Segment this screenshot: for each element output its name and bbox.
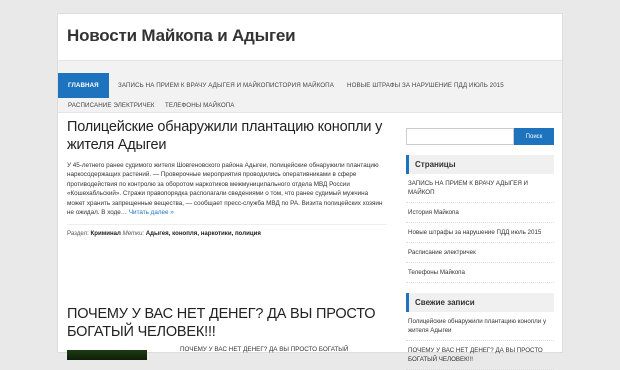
post-title[interactable]: Полицейские обнаружили плантацию конопли… [67,118,387,154]
section-link[interactable]: Криминал [91,230,121,237]
pages-list-item[interactable]: ЗАПИСЬ НА ПРИЕМ К ВРАЧУ АДЫГЕЯ И МАЙКОП [406,174,554,203]
main-content: Полицейские обнаружили плантацию конопли… [67,118,387,237]
tags-label: Метки: [122,230,145,238]
nav-item-traffic-fines[interactable]: Новые штрафы за нарушение ПДД июль 2015 [347,82,504,89]
recent-posts-list: Полицейские обнаружили плантацию конопли… [406,312,554,370]
nav-item-train-schedule[interactable]: Расписание электричек [68,102,155,109]
sidebar: Поиск Страницы ЗАПИСЬ НА ПРИЕМ К ВРАЧУ А… [406,128,554,370]
site-title[interactable]: Новости Майкопа и Адыгеи [67,26,296,46]
search-input[interactable] [406,128,514,145]
nav-item-doctor-appointment[interactable]: Запись на прием к врачу Адыгея и Майкоп [118,82,270,89]
main-navigation: Главная Запись на прием к врачу Адыгея и… [58,60,562,113]
post-meta: Раздел: Криминал Метки: Адыгея, конопля,… [67,224,387,237]
post2-title[interactable]: ПОЧЕМУ У ВАС НЕТ ДЕНЕГ? ДА ВЫ ПРОСТО БОГ… [67,305,387,341]
page-container: Новости Майкопа и Адыгеи Главная Запись … [57,13,563,370]
read-more-link[interactable]: Читать далее » [129,209,174,216]
pages-list-item[interactable]: Новые штрафы за нарушение ПДД июль 2015 [406,223,554,243]
recent-post-item[interactable]: ПОЧЕМУ У ВАС НЕТ ДЕНЕГ? ДА ВЫ ПРОСТО БОГ… [406,341,554,370]
nav-item-maikop-phones[interactable]: Телефоны Майкопа [165,102,235,109]
tags-links[interactable]: Адыгея, конопля, наркотики, полиция [146,230,261,237]
recent-post-item[interactable]: Полицейские обнаружили плантацию конопли… [406,312,554,341]
pages-list: ЗАПИСЬ НА ПРИЕМ К ВРАЧУ АДЫГЕЯ И МАЙКОП … [406,174,554,283]
section-label: Раздел: [67,230,89,238]
post-thumbnail-image[interactable] [67,350,147,360]
recent-posts-widget-title: Свежие записи [406,293,554,312]
pages-list-item[interactable]: Расписание электричек [406,243,554,263]
pages-widget-title: Страницы [406,155,554,174]
post-excerpt-text: У 45-летнего ранее судимого жителя Шовге… [67,162,383,217]
search-button[interactable]: Поиск [514,128,554,145]
post-excerpt: У 45-летнего ранее судимого жителя Шовге… [67,161,387,217]
pages-list-item[interactable]: История Майкопа [406,203,554,223]
search-form: Поиск [406,128,554,145]
pages-list-item[interactable]: Телефоны Майкопа [406,263,554,283]
nav-item-maikop-history[interactable]: История Майкопа [270,82,334,89]
nav-item-home[interactable]: Главная [58,73,109,98]
post2-snippet: ПОЧЕМУ У ВАС НЕТ ДЕНЕГ? ДА ВЫ ПРОСТО БОГ… [180,346,349,353]
